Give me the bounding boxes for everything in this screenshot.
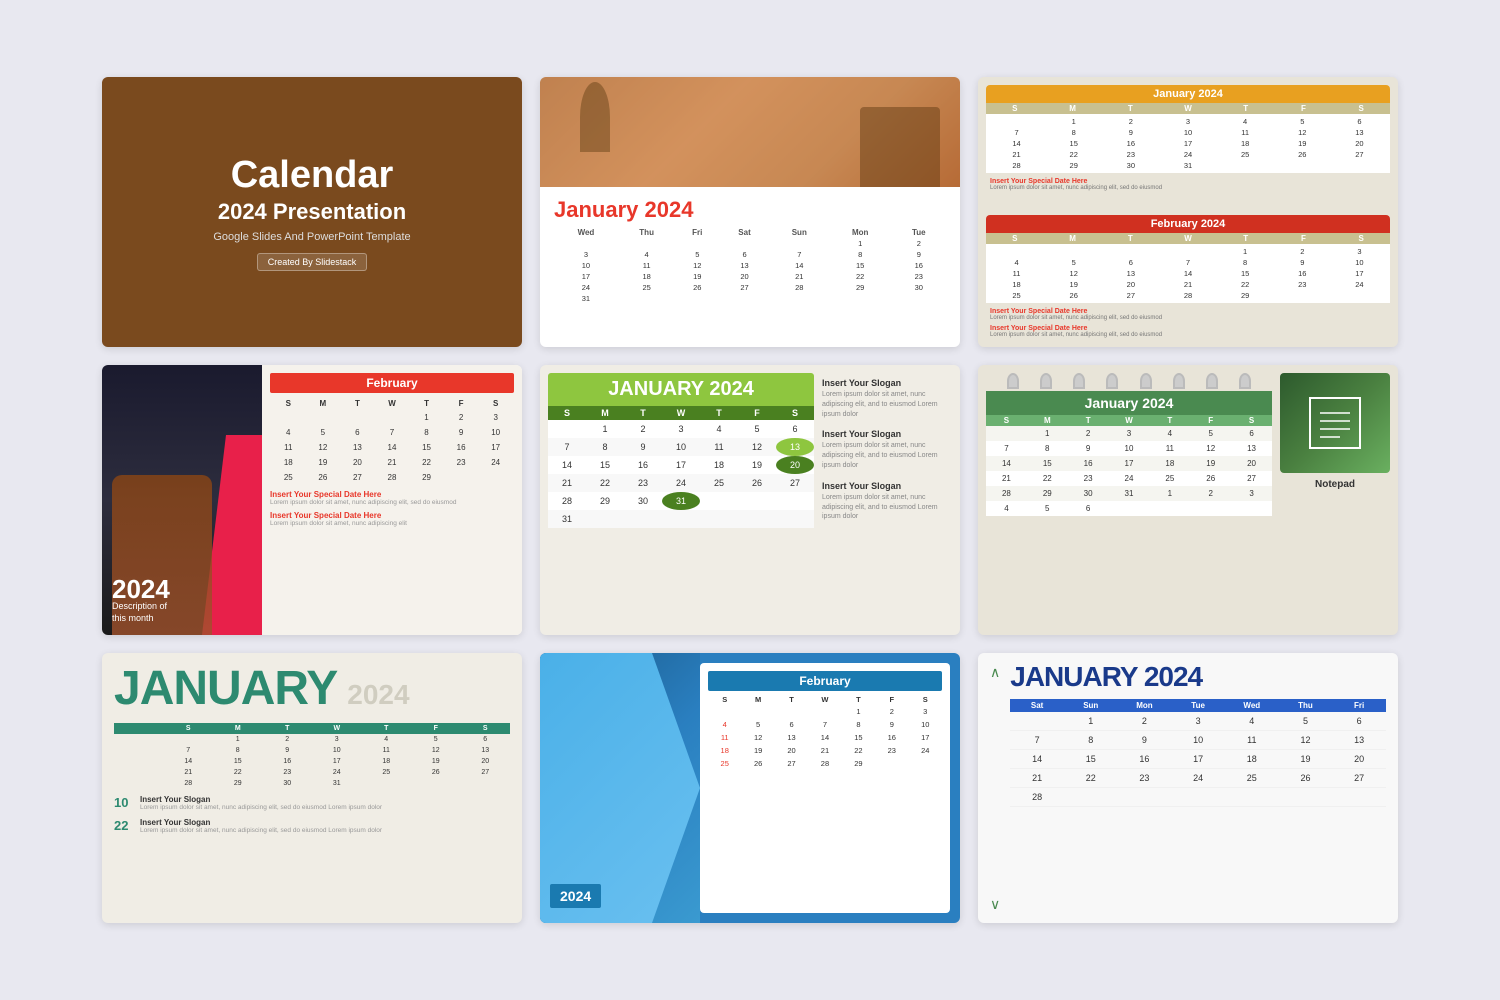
slide-1-title: Calendar 2024 Presentation Google Slides…: [102, 77, 522, 347]
slide9-days: SatSunMonTueWedThuFri: [1010, 699, 1386, 712]
slide5-note3: Insert Your Slogan Lorem ipsum dolor sit…: [822, 481, 952, 522]
slide3-feb-insert2: Insert Your Special Date Here: [990, 325, 1386, 332]
slide4-calendar: February SMTWTFS 123 45678910 1112131415…: [262, 365, 522, 635]
slide4-cal-table: SMTWTFS 123 45678910 11121314151617 1819…: [270, 396, 514, 486]
slide3-feb-insert: Insert Your Special Date Here: [990, 308, 1386, 315]
slide1-description: Google Slides And PowerPoint Template: [213, 231, 410, 243]
slide4-special1-desc: Lorem ipsum dolor sit amet, nunc adipisc…: [270, 499, 514, 507]
slide-5-january-green: JANUARY 2024 SMTWTFS 123456 78910111213 …: [540, 365, 960, 635]
slide7-big-january: JANUARY: [114, 665, 337, 713]
slide6-week4: 21222324252627: [986, 471, 1272, 486]
slide5-notes: Insert Your Slogan Lorem ipsum dolor sit…: [822, 373, 952, 627]
slide-6-notepad: January 2024 SMTWTFS 123456 78910111213 …: [978, 365, 1398, 635]
slide7-week1: 123456: [114, 734, 510, 745]
slide6-notepad-image: [1280, 373, 1390, 473]
slide2-calendar: WedThuFriSatSunMonTue 12 3456789 1011121…: [554, 227, 946, 304]
slide7-year-ghost: 2024: [347, 679, 409, 711]
slide8-calendar: February SMTWTFS 123 45678910 1112131415…: [700, 663, 950, 913]
slide9-nav[interactable]: ∧ ∨: [990, 661, 1000, 915]
slide4-photo: 2024 Description of this month: [102, 365, 262, 635]
slide7-event2: 22 Insert Your Slogan Lorem ipsum dolor …: [114, 818, 510, 835]
slide2-photo: [540, 77, 960, 187]
slide-9-january-blue: ∧ ∨ JANUARY 2024 SatSunMonTueWedThuFri 1…: [978, 653, 1398, 923]
slide3-jan-body: -123456 78910111213 14151617181920 21222…: [986, 114, 1390, 173]
slide3-jan-insert: Insert Your Special Date Here: [990, 178, 1386, 185]
slide7-week4: 21222324252627: [114, 767, 510, 778]
slide8-month: February: [708, 671, 942, 691]
slide5-note2: Insert Your Slogan Lorem ipsum dolor sit…: [822, 429, 952, 470]
slide2-month-title: January 2024: [554, 197, 946, 223]
slide4-month: February: [270, 373, 514, 393]
slide-2-january: January 2024 WedThuFriSatSunMonTue 12 34…: [540, 77, 960, 347]
slide1-subtitle: 2024 Presentation: [218, 199, 406, 225]
slide3-jan-cal: January 2024 SMTWTFS -123456 78910111213…: [986, 85, 1390, 209]
slide8-cal-table: SMTWTFS 123 45678910 11121314151617 1819…: [708, 694, 942, 770]
slide6-week5: 28293031123: [986, 486, 1272, 501]
slide5-note1: Insert Your Slogan Lorem ipsum dolor sit…: [822, 378, 952, 419]
slide1-badge: Created By Slidestack: [257, 253, 368, 271]
slide5-month-title: JANUARY 2024: [548, 373, 814, 406]
slide7-calendar: SMTWTFS 123456 78910111213 1415161718192…: [114, 723, 510, 789]
slide3-jan-insert-desc: Lorem ipsum dolor sit amet, nunc adipisc…: [990, 185, 1386, 191]
slide7-week5: 28293031: [114, 778, 510, 789]
slide3-feb-insert2-desc: Lorem ipsum dolor sit amet, nunc adipisc…: [990, 332, 1386, 338]
slide6-month-title: January 2024: [986, 391, 1272, 415]
slide7-cal-headers: SMTWTFS: [114, 723, 510, 734]
slide-3-dual-calendar: January 2024 SMTWTFS -123456 78910111213…: [978, 77, 1398, 347]
slide3-feb-days: SMTWTFS: [986, 233, 1390, 244]
slide6-days: SMTWTFS: [986, 415, 1272, 426]
slide7-week3: 14151617181920: [114, 756, 510, 767]
slide3-feb-header: February 2024: [986, 215, 1390, 233]
slide6-week6: 456: [986, 501, 1272, 516]
slide2-content: January 2024 WedThuFriSatSunMonTue 12 34…: [540, 187, 960, 347]
slide4-special1: Insert Your Special Date Here: [270, 490, 514, 499]
slide6-week2: 78910111213: [986, 441, 1272, 456]
slide9-week3: 14151617181920: [1010, 750, 1386, 769]
slide5-week3: 14151617181920: [548, 456, 814, 474]
slide6-notepad: Notepad: [1280, 373, 1390, 627]
slide5-week5: 28293031: [548, 492, 814, 510]
slide-8-february-blue: 2024 February SMTWTFS 123 45678910 11121…: [540, 653, 960, 923]
slide7-week2: 78910111213: [114, 745, 510, 756]
slides-grid: Calendar 2024 Presentation Google Slides…: [72, 47, 1428, 953]
slide9-title: JANUARY 2024: [1010, 661, 1386, 693]
slide3-jan-header: January 2024: [986, 85, 1390, 103]
slide6-notepad-label: Notepad: [1280, 479, 1390, 490]
slide9-nav-down[interactable]: ∨: [990, 897, 1000, 911]
slide6-week3: 14151617181920: [986, 456, 1272, 471]
slide9-week2: 78910111213: [1010, 731, 1386, 750]
slide5-calendar: JANUARY 2024 SMTWTFS 123456 78910111213 …: [548, 373, 814, 627]
slide5-days: SMTWTFS: [548, 406, 814, 420]
slide8-year: 2024: [550, 884, 601, 908]
slide6-calendar: January 2024 SMTWTFS 123456 78910111213 …: [986, 373, 1272, 627]
slide3-feb-body: ----123 45678910 11121314151617 18192021…: [986, 244, 1390, 303]
slide7-event1: 10 Insert Your Slogan Lorem ipsum dolor …: [114, 795, 510, 812]
slide9-nav-up[interactable]: ∧: [990, 665, 1000, 679]
slide3-feb-insert-desc: Lorem ipsum dolor sit amet, nunc adipisc…: [990, 315, 1386, 321]
slide5-week1: 123456: [548, 420, 814, 438]
slide4-special2: Insert Your Special Date Here: [270, 511, 514, 520]
slide9-week1: 123456: [1010, 712, 1386, 731]
slide6-week1: 123456: [986, 426, 1272, 441]
slide7-header: JANUARY 2024: [114, 665, 510, 713]
slide4-special2-desc: Lorem ipsum dolor sit amet, nunc adipisc…: [270, 520, 514, 528]
slide6-spiral: [986, 373, 1272, 389]
slide5-week4: 21222324252627: [548, 474, 814, 492]
slide-4-february: 2024 Description of this month February …: [102, 365, 522, 635]
slide9-week5: 28: [1010, 788, 1386, 807]
slide5-week2: 78910111213: [548, 438, 814, 456]
slide1-main-title: Calendar: [231, 154, 394, 197]
slide3-jan-days: SMTWTFS: [986, 103, 1390, 114]
slide-7-january-teal: JANUARY 2024 SMTWTFS 123456 78910111213 …: [102, 653, 522, 923]
slide9-week4: 21222324252627: [1010, 769, 1386, 788]
slide3-feb-cal: February 2024 SMTWTFS ----123 45678910 1…: [986, 215, 1390, 339]
slide5-week6: 31: [548, 510, 814, 528]
slide8-graphic: 2024: [540, 653, 700, 923]
slide4-desc: Description of this month: [112, 600, 167, 625]
slide9-content: JANUARY 2024 SatSunMonTueWedThuFri 12345…: [1010, 661, 1386, 915]
